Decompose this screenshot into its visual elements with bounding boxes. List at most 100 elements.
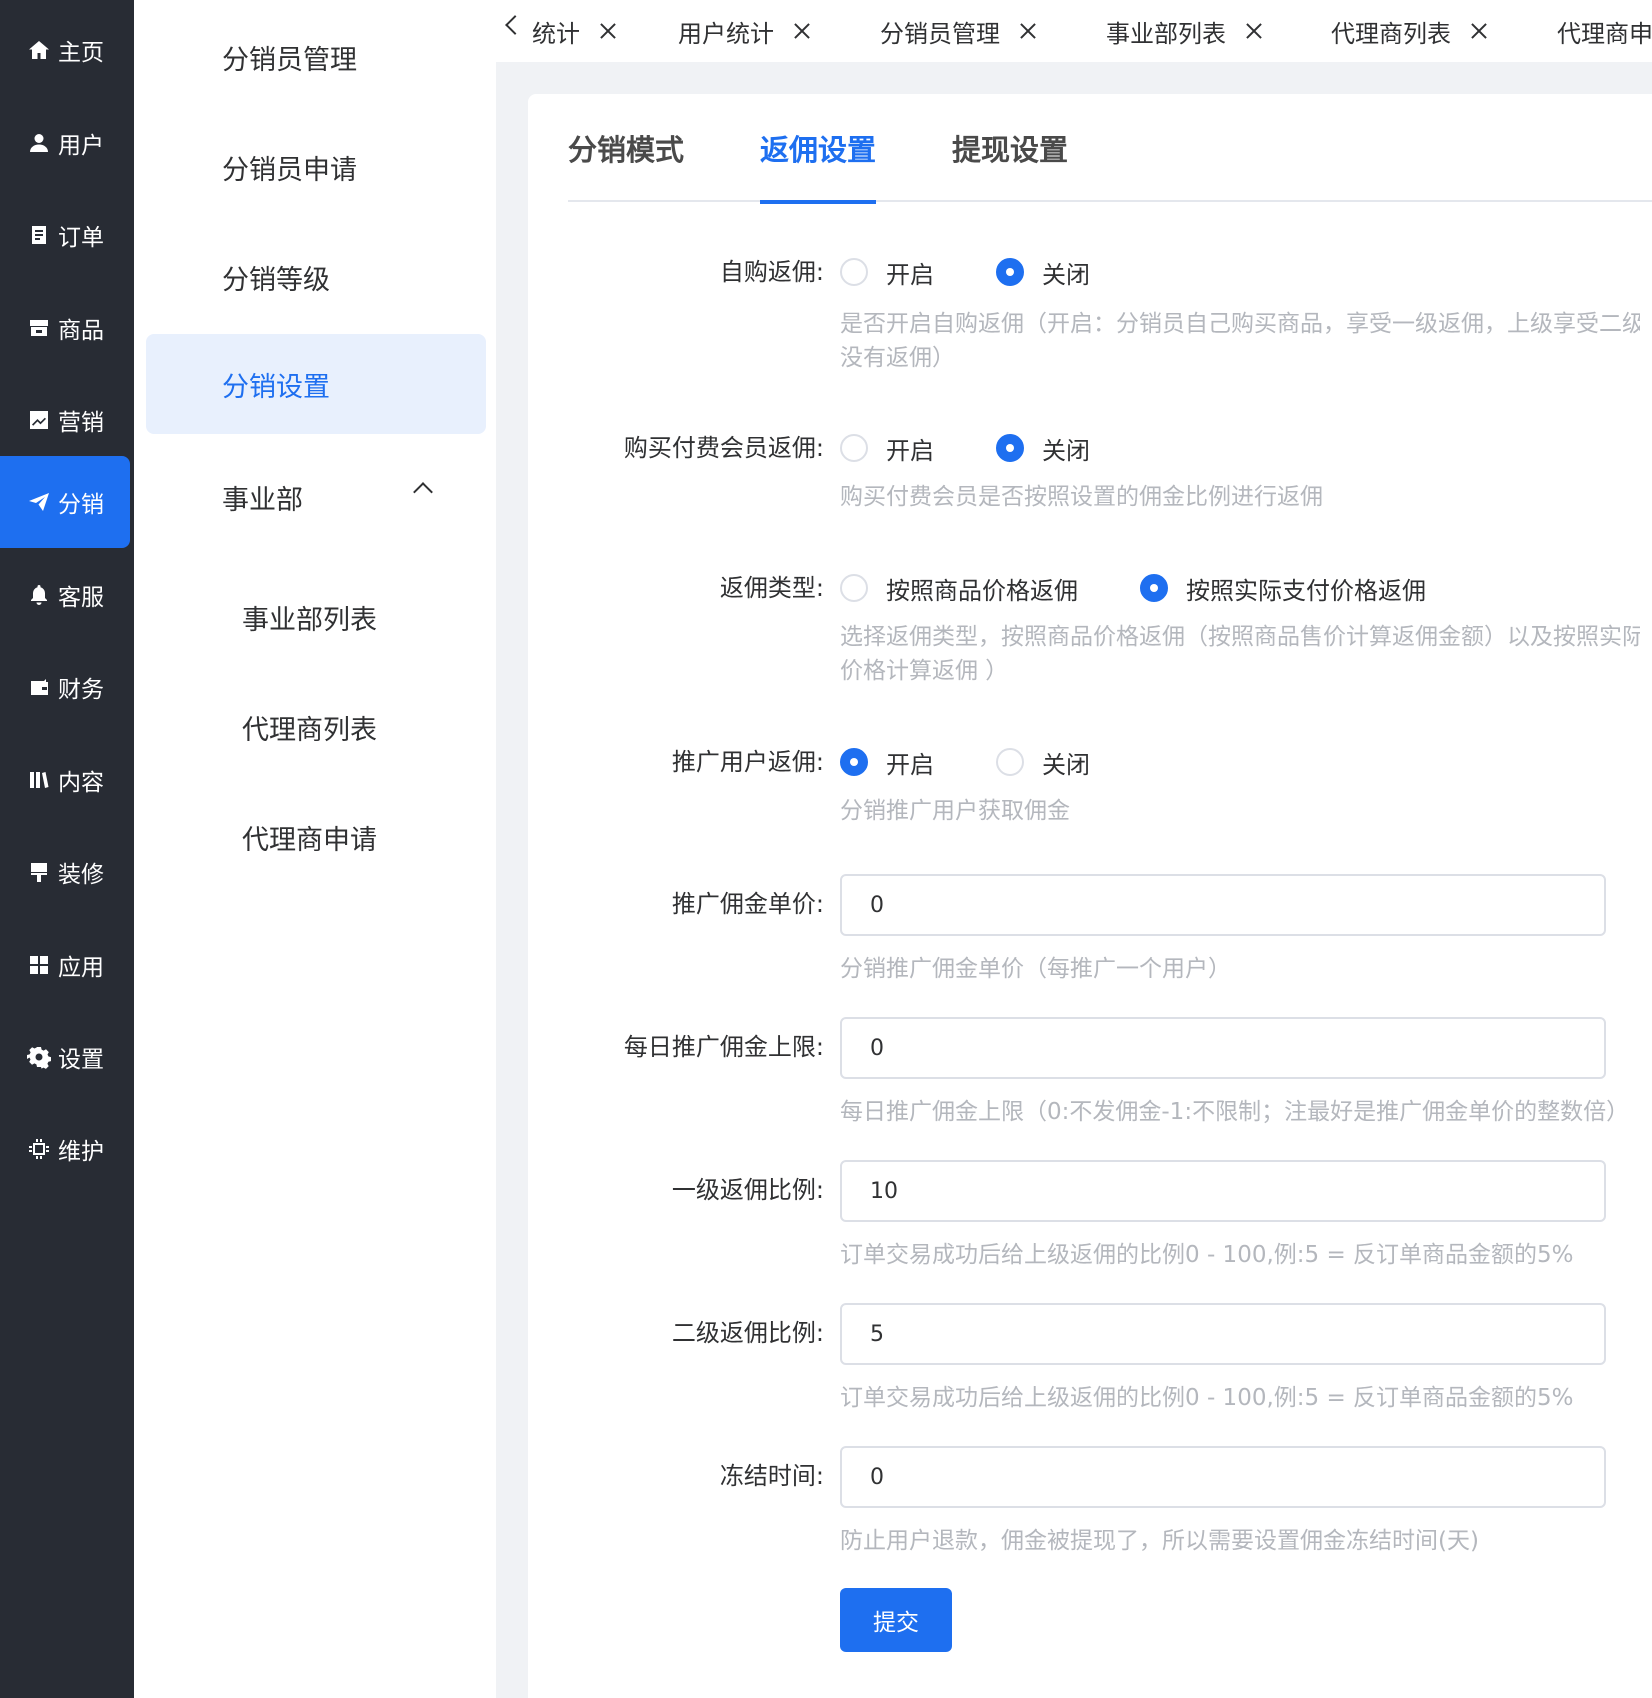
tab-statistics[interactable]: 统计 — [532, 0, 618, 62]
tab-user-statistics[interactable]: 用户统计 — [678, 0, 812, 62]
nav-marketing[interactable]: 营销 — [0, 370, 130, 470]
nav-maintenance[interactable]: 维护 — [0, 1099, 130, 1199]
tab-commission-settings[interactable]: 返佣设置 — [760, 94, 877, 204]
self-purchase-radio-on[interactable]: 开启 — [840, 254, 934, 290]
radio-circle — [840, 434, 868, 462]
submenu-item-distribution-settings[interactable]: 分销设置 — [146, 334, 486, 434]
order-icon — [26, 222, 52, 248]
paid-member-label: 购买付费会员返佣: — [623, 434, 824, 462]
commission-type-label: 返佣类型: — [719, 574, 824, 602]
primary-sidebar: 主页 用户 订单 商品 营销 分销 客服 财务 内容 装修 应用 设置 维护 — [0, 0, 134, 1698]
nav-user[interactable]: 用户 — [0, 93, 130, 193]
submenu-item-label: 分销设置 — [222, 371, 330, 403]
radio-label: 开启 — [886, 750, 934, 779]
radio-circle-checked — [840, 748, 868, 776]
chip-icon — [26, 1136, 52, 1162]
nav-service[interactable]: 客服 — [0, 545, 130, 645]
product-icon — [26, 315, 52, 341]
daily-limit-hint: 每日推广佣金上限（0:不发佣金-1:不限制；注最好是推广佣金单价的整数倍） — [840, 1099, 1630, 1125]
nav-finance[interactable]: 财务 — [0, 637, 130, 737]
nav-distribution-label: 分销 — [58, 492, 104, 518]
promo-unit-price-hint: 分销推广佣金单价（每推广一个用户） — [840, 956, 1231, 982]
level1-ratio-label: 一级返佣比例: — [671, 1176, 824, 1204]
close-icon[interactable] — [1469, 21, 1489, 41]
nav-home[interactable]: 主页 — [0, 0, 130, 100]
tab-label: 分销员管理 — [880, 19, 1000, 48]
submit-button[interactable]: 提交 — [840, 1588, 952, 1652]
tab-agent-application[interactable]: 代理商申请 — [1557, 0, 1652, 62]
commission-type-radio-product-price[interactable]: 按照商品价格返佣 — [840, 570, 1078, 606]
nav-user-label: 用户 — [58, 133, 104, 159]
level1-ratio-hint: 订单交易成功后给上级返佣的比例0 - 100,例:5 = 反订单商品金额的5% — [840, 1242, 1574, 1268]
submenu-group-division[interactable]: 事业部 — [146, 447, 486, 547]
close-icon[interactable] — [1244, 21, 1264, 41]
submenu-item-label: 事业部 — [222, 484, 303, 516]
tab-withdrawal-settings[interactable]: 提现设置 — [952, 94, 1068, 202]
nav-product-label: 商品 — [58, 318, 104, 344]
nav-distribution[interactable]: 分销 — [0, 456, 130, 548]
radio-label: 按照实际支付价格返佣 — [1186, 576, 1426, 605]
promo-user-hint: 分销推广用户获取佣金 — [840, 798, 1070, 824]
tab-agent-list[interactable]: 代理商列表 — [1331, 0, 1489, 62]
tab-label: 统计 — [532, 19, 580, 48]
freeze-time-input[interactable] — [840, 1446, 1606, 1508]
settings-card: 分销模式 返佣设置 提现设置 自购返佣: 开启 关闭 是否开启自购返佣（开启：分… — [528, 94, 1652, 1698]
promo-user-label: 推广用户返佣: — [671, 748, 824, 776]
radio-label: 开启 — [886, 260, 934, 289]
level1-ratio-input[interactable] — [840, 1160, 1606, 1222]
level2-ratio-input[interactable] — [840, 1303, 1606, 1365]
daily-limit-input[interactable] — [840, 1017, 1606, 1079]
nav-decoration[interactable]: 装修 — [0, 822, 130, 922]
chevron-left-icon[interactable] — [505, 15, 525, 35]
nav-finance-label: 财务 — [58, 677, 104, 703]
submenu-item-distribution-level[interactable]: 分销等级 — [146, 227, 486, 327]
promo-user-radio-on[interactable]: 开启 — [840, 744, 934, 780]
close-icon[interactable] — [792, 21, 812, 41]
submenu-item-division-list[interactable]: 事业部列表 — [146, 567, 486, 667]
close-icon[interactable] — [598, 21, 618, 41]
nav-product[interactable]: 商品 — [0, 278, 130, 378]
level2-ratio-label: 二级返佣比例: — [671, 1319, 824, 1347]
submenu-item-distributor-management[interactable]: 分销员管理 — [146, 7, 486, 107]
submenu-item-agent-list[interactable]: 代理商列表 — [146, 677, 486, 777]
paid-member-hint: 购买付费会员是否按照设置的佣金比例进行返佣 — [840, 484, 1323, 510]
radio-circle-checked — [996, 258, 1024, 286]
submenu-item-agent-application[interactable]: 代理商申请 — [146, 787, 486, 887]
brush-icon — [26, 859, 52, 885]
commission-type-hint: 选择返佣类型，按照商品价格返佣（按照商品售价计算返佣金额）以及按照实际支付价格返… — [840, 624, 1640, 650]
self-purchase-label: 自购返佣: — [719, 258, 824, 286]
commission-type-radio-actual-price[interactable]: 按照实际支付价格返佣 — [1140, 570, 1426, 606]
nav-home-label: 主页 — [58, 40, 104, 66]
bell-icon — [26, 582, 52, 608]
paid-member-radio-on[interactable]: 开启 — [840, 430, 934, 466]
close-icon[interactable] — [1018, 21, 1038, 41]
nav-content[interactable]: 内容 — [0, 730, 130, 830]
settings-tab-label: 分销模式 — [568, 133, 685, 167]
tab-label: 事业部列表 — [1106, 19, 1226, 48]
tab-division-list[interactable]: 事业部列表 — [1106, 0, 1264, 62]
tab-label: 代理商列表 — [1331, 19, 1451, 48]
submenu-item-label: 事业部列表 — [242, 604, 377, 636]
freeze-time-label: 冻结时间: — [719, 1462, 824, 1490]
nav-apps[interactable]: 应用 — [0, 915, 130, 1015]
nav-settings[interactable]: 设置 — [0, 1007, 130, 1107]
daily-limit-label: 每日推广佣金上限: — [623, 1033, 824, 1061]
tab-distribution-mode[interactable]: 分销模式 — [568, 94, 684, 202]
submenu-item-label: 代理商列表 — [242, 714, 377, 746]
home-icon — [26, 37, 52, 63]
promo-unit-price-input[interactable] — [840, 874, 1606, 936]
promo-user-radio-off[interactable]: 关闭 — [996, 744, 1090, 780]
submenu-item-distributor-application[interactable]: 分销员申请 — [146, 117, 486, 217]
radio-circle — [840, 258, 868, 286]
radio-circle — [840, 574, 868, 602]
self-purchase-radio-off[interactable]: 关闭 — [996, 254, 1090, 290]
tab-distributor-management[interactable]: 分销员管理 — [880, 0, 1038, 62]
nav-order[interactable]: 订单 — [0, 185, 130, 285]
nav-maintenance-label: 维护 — [58, 1139, 104, 1165]
nav-settings-label: 设置 — [58, 1047, 104, 1073]
paid-member-radio-off[interactable]: 关闭 — [996, 430, 1090, 466]
submenu-item-label: 分销等级 — [222, 264, 330, 296]
tab-label: 用户统计 — [678, 19, 774, 48]
commission-type-hint: 价格计算返佣 ） — [840, 658, 1009, 684]
self-purchase-hint: 是否开启自购返佣（开启：分销员自己购买商品，享受一级返佣，上级享受二级返佣；关闭… — [840, 311, 1640, 337]
